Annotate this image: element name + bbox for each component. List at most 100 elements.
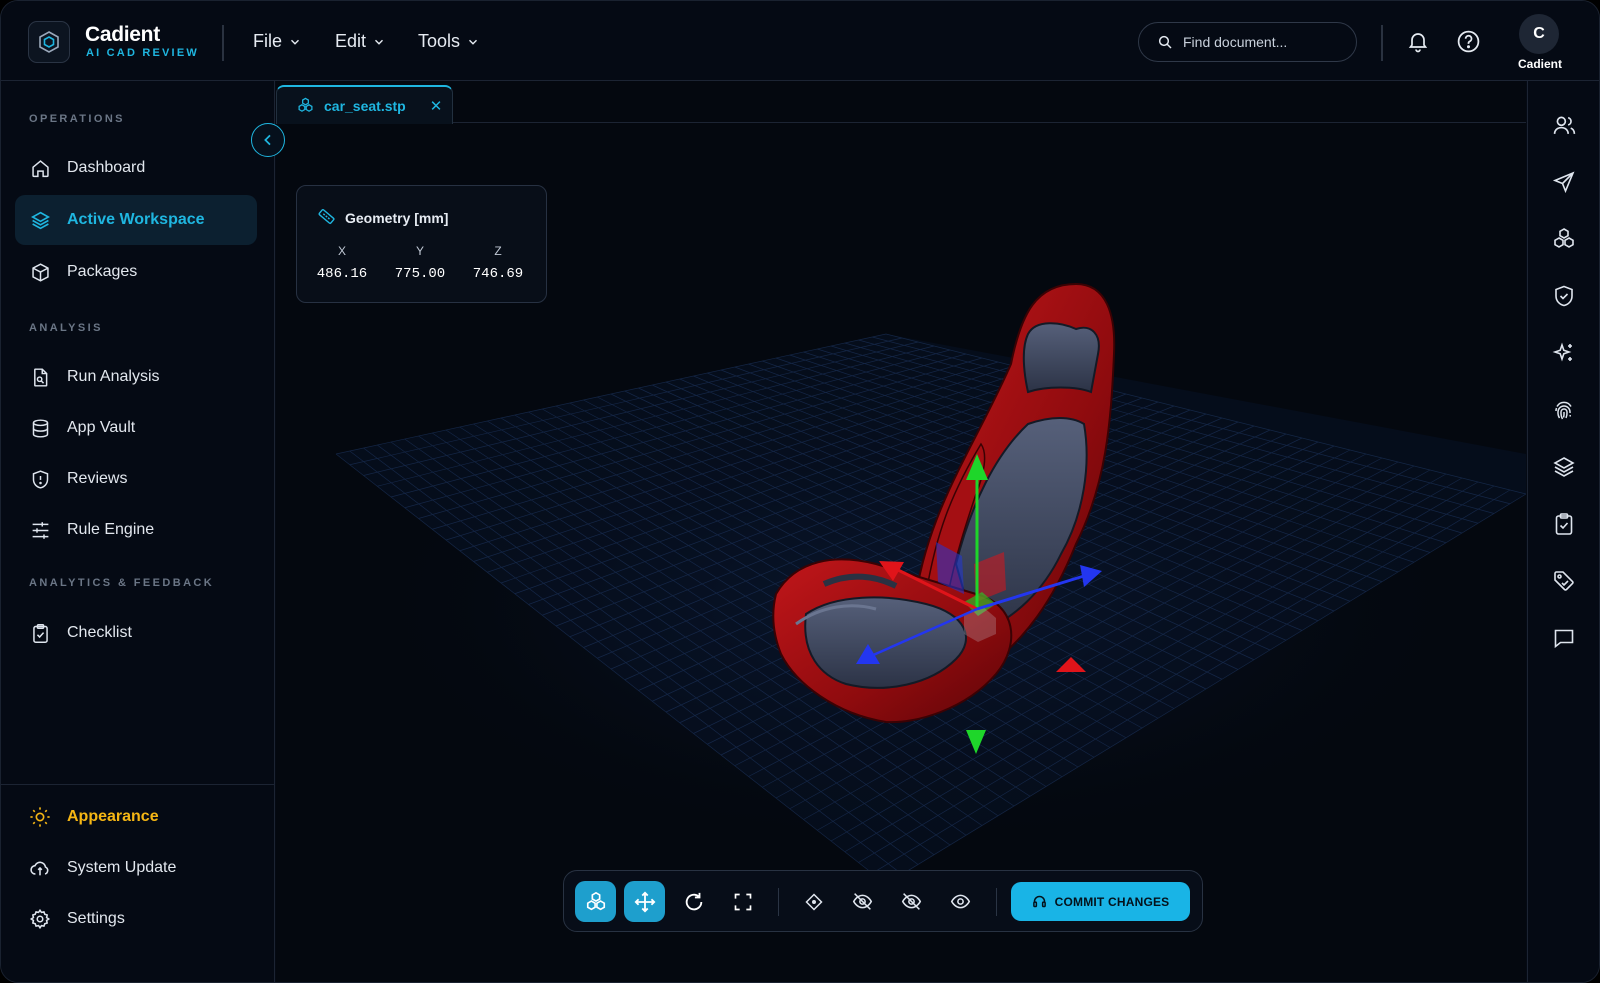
rotate-tool-button[interactable] <box>673 881 714 922</box>
section-label-analysis: ANALYSIS <box>29 322 103 334</box>
header-divider <box>1381 25 1383 61</box>
select-components-button[interactable] <box>575 881 616 922</box>
sidebar-item-label: App Vault <box>67 419 136 436</box>
geometry-y: Y 775.00 <box>385 244 455 282</box>
sidebar-item-checklist[interactable]: Checklist <box>15 608 257 658</box>
3d-viewport[interactable]: Geometry [mm] X 486.16 Y 775.00 Z 746.69 <box>276 124 1526 982</box>
tab-car-seat[interactable]: car_seat.stp ✕ <box>276 85 453 124</box>
viewport-toolbar: COMMIT CHANGES <box>563 870 1203 932</box>
users-icon[interactable] <box>1549 110 1579 140</box>
clipboard-check-icon <box>29 622 51 644</box>
fingerprint-icon[interactable] <box>1549 395 1579 425</box>
sidebar-divider <box>1 784 275 785</box>
sidebar-item-dashboard[interactable]: Dashboard <box>15 143 257 193</box>
user-name: Cadient <box>1517 57 1562 71</box>
sidebar-item-rule-engine[interactable]: Rule Engine <box>15 505 257 555</box>
sidebar: OPERATIONS Dashboard Active Workspace Pa… <box>1 81 275 982</box>
search-box[interactable] <box>1138 22 1357 62</box>
bell-icon[interactable] <box>1404 27 1432 55</box>
fullscreen-icon <box>734 893 751 910</box>
chevron-down-icon <box>469 39 478 45</box>
brand-name: Cadient <box>85 23 160 46</box>
components-icon <box>298 97 313 112</box>
home-icon <box>29 157 51 179</box>
move-tool-button[interactable] <box>624 881 665 922</box>
show-all-button[interactable] <box>940 881 981 922</box>
collapse-sidebar-button[interactable] <box>251 123 285 157</box>
sidebar-item-label: Checklist <box>67 624 132 641</box>
menu-edit-label: Edit <box>335 31 367 51</box>
logo-icon <box>28 21 70 63</box>
layers-icon <box>29 209 51 231</box>
geometry-title: Geometry [mm] <box>345 210 449 226</box>
components-icon <box>586 891 605 910</box>
components-icon[interactable] <box>1549 224 1579 254</box>
top-header: Cadient AI CAD REVIEW File Edit Tools C … <box>1 1 1599 81</box>
menu-file[interactable]: File <box>253 31 302 52</box>
tab-close-icon[interactable]: ✕ <box>430 97 443 115</box>
cloud-sync-icon <box>29 857 51 879</box>
move-icon <box>634 891 655 912</box>
hide-selected-button[interactable] <box>842 881 883 922</box>
sidebar-item-label: Rule Engine <box>67 521 155 538</box>
eye-off-icon <box>901 893 922 910</box>
eye-icon <box>950 894 971 909</box>
menu-tools[interactable]: Tools <box>418 31 480 52</box>
header-divider <box>222 25 224 61</box>
tab-label: car_seat.stp <box>324 97 406 114</box>
ruler-icon <box>318 209 335 224</box>
tab-bar: car_seat.stp ✕ <box>276 81 1526 124</box>
sidebar-item-label: System Update <box>67 859 177 876</box>
geometry-z: Z 746.69 <box>463 244 533 282</box>
database-icon <box>29 417 51 439</box>
sidebar-item-appearance[interactable]: Appearance <box>15 792 257 842</box>
axis-value: 486.16 <box>316 266 368 282</box>
sidebar-item-label: Packages <box>67 263 138 280</box>
search-icon <box>1158 35 1172 49</box>
sidebar-item-packages[interactable]: Packages <box>15 247 257 297</box>
layers-icon[interactable] <box>1549 452 1579 482</box>
commit-changes-button[interactable]: COMMIT CHANGES <box>1011 882 1190 921</box>
shield-alert-icon <box>29 468 51 490</box>
sidebar-item-settings[interactable]: Settings <box>15 894 257 944</box>
package-icon <box>29 261 51 283</box>
menu-file-label: File <box>253 31 283 51</box>
section-label-analytics: ANALYTICS & FEEDBACK <box>29 577 215 589</box>
eye-off-icon <box>852 893 873 910</box>
sidebar-item-run-analysis[interactable]: Run Analysis <box>15 352 257 402</box>
tag-icon[interactable] <box>1549 566 1579 596</box>
menu-tools-label: Tools <box>418 31 461 51</box>
send-icon[interactable] <box>1549 167 1579 197</box>
menu-edit[interactable]: Edit <box>335 31 386 52</box>
sidebar-item-reviews[interactable]: Reviews <box>15 454 257 504</box>
hide-others-button[interactable] <box>891 881 932 922</box>
chevron-down-icon <box>375 39 384 45</box>
file-analysis-icon <box>29 366 51 388</box>
message-icon[interactable] <box>1549 623 1579 653</box>
search-input[interactable] <box>1183 34 1343 50</box>
gear-icon <box>29 908 51 930</box>
rotate-icon <box>685 892 702 910</box>
isolate-button[interactable] <box>793 881 834 922</box>
toolbar-separator <box>778 888 779 916</box>
axis-label: Z <box>494 244 502 258</box>
axis-label: Y <box>415 244 424 258</box>
shield-check-icon[interactable] <box>1549 281 1579 311</box>
right-rail <box>1527 81 1599 982</box>
sidebar-item-system-update[interactable]: System Update <box>15 843 257 893</box>
sparkles-icon[interactable] <box>1549 338 1579 368</box>
axis-label: X <box>337 244 346 258</box>
sidebar-item-app-vault[interactable]: App Vault <box>15 403 257 453</box>
avatar[interactable]: C <box>1519 14 1559 54</box>
sidebar-item-active-workspace[interactable]: Active Workspace <box>15 195 257 245</box>
diamond-target-icon <box>804 892 823 911</box>
main-workspace: car_seat.stp ✕ Geometry [mm] X 486.16 Y … <box>276 81 1526 982</box>
sidebar-item-label: Reviews <box>67 470 128 487</box>
help-icon[interactable] <box>1454 27 1482 55</box>
sidebar-item-label: Settings <box>67 910 125 927</box>
clipboard-check-icon[interactable] <box>1549 509 1579 539</box>
fit-view-button[interactable] <box>722 881 763 922</box>
axis-value: 746.69 <box>472 266 524 282</box>
sidebar-item-label: Active Workspace <box>67 211 205 228</box>
toolbar-separator <box>996 888 997 916</box>
